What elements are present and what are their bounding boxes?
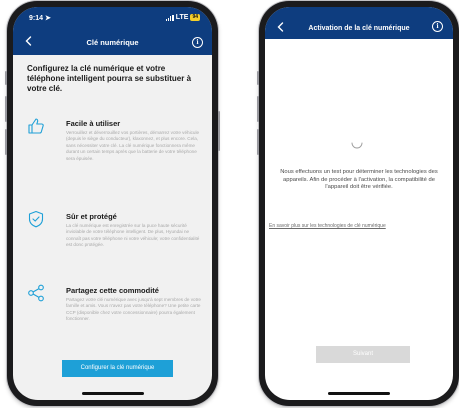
location-arrow-icon: ➤ bbox=[44, 15, 51, 22]
feature-description: Verrouillez et déverrouillez vos portièr… bbox=[66, 130, 200, 161]
page-title: Clé numérique bbox=[86, 38, 139, 47]
status-indicators: LTE 94 bbox=[165, 14, 200, 21]
feature-description: Partagez votre clé numérique avec jusqu'… bbox=[66, 297, 201, 322]
signal-icon bbox=[165, 14, 174, 21]
page-title: Activation de la clé numérique bbox=[308, 25, 410, 32]
next-button[interactable]: Suivant bbox=[316, 346, 410, 363]
compatibility-message: Nous effectuons un test pour déterminer … bbox=[280, 169, 438, 191]
phone-frame-right: Activation de la clé numérique i Nous ef… bbox=[257, 1, 459, 406]
mute-switch bbox=[5, 71, 7, 85]
configure-key-button[interactable]: Configurer la clé numérique bbox=[62, 360, 173, 377]
feature-title: Facile à utiliser bbox=[66, 119, 121, 128]
network-label: LTE bbox=[175, 14, 189, 21]
digital-key-screen: 9:14 ➤ LTE 94 Clé numérique i Configurez… bbox=[13, 7, 212, 400]
mute-switch bbox=[257, 71, 259, 85]
loading-spinner-icon bbox=[351, 142, 363, 149]
home-indicator bbox=[328, 392, 390, 395]
volume-down-button bbox=[257, 129, 259, 155]
battery-icon: 94 bbox=[190, 14, 200, 21]
volume-down-button bbox=[5, 129, 7, 155]
intro-text: Configurez la clé numérique et votre tél… bbox=[27, 64, 192, 93]
volume-up-button bbox=[5, 96, 7, 122]
shield-check-icon bbox=[28, 210, 44, 228]
phone-frame-left: 9:14 ➤ LTE 94 Clé numérique i Configurez… bbox=[5, 1, 220, 406]
volume-up-button bbox=[257, 96, 259, 122]
feature-title: Partagez cette commodité bbox=[66, 286, 159, 295]
power-button bbox=[218, 111, 220, 151]
info-button[interactable]: i bbox=[192, 37, 203, 48]
info-icon: i bbox=[436, 23, 439, 30]
feature-title: Sûr et protégé bbox=[66, 212, 117, 221]
share-icon bbox=[28, 284, 44, 302]
status-time: 9:14 ➤ bbox=[29, 15, 51, 22]
activation-screen: Activation de la clé numérique i Nous ef… bbox=[265, 7, 453, 400]
feature-description: La clé numérique est enregistrée sur la … bbox=[66, 223, 200, 248]
info-button[interactable]: i bbox=[432, 21, 443, 32]
info-icon: i bbox=[196, 39, 199, 46]
app-header: 9:14 ➤ LTE 94 Clé numérique i bbox=[13, 7, 212, 55]
thumbs-up-icon bbox=[28, 118, 44, 134]
app-header: Activation de la clé numérique i bbox=[265, 7, 453, 39]
learn-more-link[interactable]: En savoir plus sur les technologies de c… bbox=[269, 223, 453, 229]
home-indicator bbox=[81, 392, 144, 395]
